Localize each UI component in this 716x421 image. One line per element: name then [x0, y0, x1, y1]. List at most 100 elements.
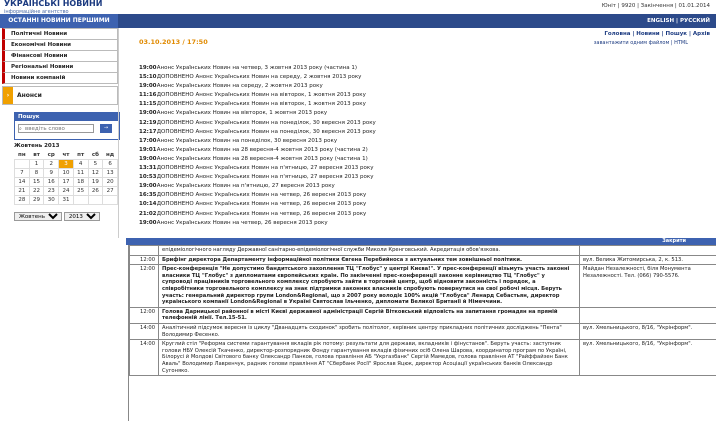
calendar-day[interactable]: 24: [58, 186, 74, 196]
calendar-day[interactable]: 4: [72, 159, 89, 169]
list-item[interactable]: 19:00 Анонс Українських Новин на четвер,…: [139, 64, 569, 73]
list-item[interactable]: 10:53 ДОПОВНЕНО Анонс Українських Новин …: [139, 173, 569, 182]
news-link[interactable]: Анонс Українських Новин на понеділок, 30…: [157, 138, 337, 144]
list-item[interactable]: 19:00 Анонс Українських Новин на п'ятниц…: [139, 182, 569, 191]
calendar-day[interactable]: 9: [43, 168, 60, 178]
calendar-day[interactable]: 3: [58, 159, 74, 169]
calendar-day[interactable]: 19: [87, 177, 104, 187]
news-link[interactable]: ДОПОВНЕНО Анонс Українських Новин на вів…: [157, 92, 366, 98]
list-item[interactable]: 11:15 ДОПОВНЕНО Анонс Українських Новин …: [139, 100, 569, 109]
calendar-day[interactable]: 18: [72, 177, 89, 187]
cell-time: 14:00: [129, 339, 159, 377]
calendar-day[interactable]: 5: [87, 159, 104, 169]
search-input[interactable]: [18, 124, 94, 133]
calendar-day[interactable]: 8: [28, 168, 45, 178]
weekday-label: пн: [18, 152, 26, 158]
news-link[interactable]: Анонс Українських Новин на 28 вересня-4 …: [157, 147, 368, 153]
list-item[interactable]: 13:31 ДОПОВНЕНО Анонс Українських Новин …: [139, 164, 569, 173]
year-select[interactable]: 2013: [63, 212, 100, 221]
month-select[interactable]: Жовтень: [14, 212, 62, 221]
calendar-day[interactable]: 1: [28, 159, 45, 169]
search-button[interactable]: →: [100, 124, 112, 133]
weekday-label: сб: [91, 152, 99, 158]
search-title: Пошук: [15, 113, 119, 121]
calendar-day[interactable]: 30: [43, 195, 60, 205]
list-item[interactable]: 19:01 Анонс Українських Новин на 28 вере…: [139, 146, 569, 155]
sidebar: Політичні Новини Економічні Новини Фінан…: [0, 28, 118, 105]
sidebar-item-announcements[interactable]: › Анонси: [2, 86, 118, 105]
current-date: 03.10.2013 / 17:50: [139, 38, 208, 46]
document-viewer[interactable]: епідеміологічного нагляду Державної сані…: [128, 245, 716, 421]
calendar-day[interactable]: 13: [102, 168, 118, 178]
news-link[interactable]: ДОПОВНЕНО Анонс Українських Новин на чет…: [157, 192, 367, 198]
calendar-day[interactable]: 29: [28, 195, 45, 205]
news-link[interactable]: ДОПОВНЕНО Анонс Українських Новин на вів…: [157, 101, 366, 107]
sidebar-item-finance[interactable]: Фінансові Новини: [2, 51, 118, 62]
calendar-day[interactable]: 22: [28, 186, 45, 196]
list-item[interactable]: 19:00 Анонс Українських Новин на середу,…: [139, 82, 569, 91]
calendar-day[interactable]: 26: [87, 186, 104, 196]
news-link[interactable]: ДОПОВНЕНО Анонс Українських Новин на пон…: [157, 129, 376, 135]
list-item[interactable]: 12:19 ДОПОВНЕНО Анонс Українських Новин …: [139, 119, 569, 128]
calendar-day[interactable]: 17: [58, 177, 74, 187]
calendar-day[interactable]: 6: [102, 159, 118, 169]
calendar-day[interactable]: 12: [87, 168, 104, 178]
cell-time: 12:00: [129, 264, 159, 308]
list-item[interactable]: 17:00 Анонс Українських Новин на понеділ…: [139, 137, 569, 146]
news-link[interactable]: Анонс Українських Новин на середу, 2 жов…: [157, 83, 323, 89]
calendar-day[interactable]: 7: [14, 168, 30, 178]
news-link[interactable]: ДОПОВНЕНО Анонс Українських Новин на сер…: [157, 74, 362, 80]
news-link[interactable]: Анонс Українських Новин на четвер, 26 ве…: [157, 220, 328, 226]
news-link[interactable]: ДОПОВНЕНО Анонс Українських Новин на чет…: [157, 201, 367, 207]
calendar-week: 123456: [14, 159, 118, 169]
cell-time: 14:00: [129, 322, 159, 341]
calendar-day[interactable]: 10: [58, 168, 74, 178]
news-link[interactable]: ДОПОВНЕНО Анонс Українських Новин на п'я…: [157, 165, 374, 171]
calendar-day[interactable]: 21: [14, 186, 30, 196]
list-item[interactable]: 19:00 Анонс Українських Новин на вівторо…: [139, 109, 569, 118]
cell-time: [129, 245, 159, 256]
news-link[interactable]: Анонс Українських Новин на вівторок, 1 ж…: [157, 110, 327, 116]
download-links[interactable]: завантажити одним файлом | HTML: [594, 40, 688, 46]
close-button[interactable]: Закрити: [662, 238, 686, 245]
list-item[interactable]: 11:16 ДОПОВНЕНО Анонс Українських Новин …: [139, 91, 569, 100]
list-item[interactable]: 12:17 ДОПОВНЕНО Анонс Українських Новин …: [139, 128, 569, 137]
list-item[interactable]: 21:02 ДОПОВНЕНО Анонс Українських Новин …: [139, 210, 569, 219]
search-icon: ⌕: [19, 126, 22, 132]
news-link[interactable]: ДОПОВНЕНО Анонс Українських Новин на чет…: [157, 211, 367, 217]
calendar-day[interactable]: 15: [28, 177, 45, 187]
news-time: 19:00: [139, 183, 157, 190]
tab-latest-news[interactable]: ОСТАННІ НОВИНИ ПЕРШИМИ: [0, 14, 118, 28]
calendar-day[interactable]: 27: [102, 186, 118, 196]
news-link[interactable]: Анонс Українських Новин на п'ятницю, 27 …: [157, 183, 335, 189]
list-item[interactable]: 16:35 ДОПОВНЕНО Анонс Українських Новин …: [139, 191, 569, 200]
news-link[interactable]: ДОПОВНЕНО Анонс Українських Новин на пон…: [157, 120, 376, 126]
sidebar-item-economy[interactable]: Економічні Новини: [2, 40, 118, 51]
calendar-day[interactable]: 31: [58, 195, 74, 205]
calendar-day[interactable]: 20: [102, 177, 118, 187]
sidebar-item-regional[interactable]: Регіональні Новини: [2, 62, 118, 73]
calendar-week: 21 22 23 24 25 26 27: [14, 186, 118, 196]
news-link[interactable]: ДОПОВНЕНО Анонс Українських Новин на п'я…: [157, 174, 374, 180]
list-item[interactable]: 15:10 ДОПОВНЕНО Анонс Українських Новин …: [139, 73, 569, 82]
list-item[interactable]: 19:00 Анонс Українських Новин на 28 вере…: [139, 155, 569, 164]
calendar-day[interactable]: 11: [72, 168, 89, 178]
calendar-day[interactable]: 16: [43, 177, 60, 187]
cell-text: Голова Дарницької районної в місті Києві…: [158, 306, 580, 324]
main-nav[interactable]: Головна | Новини | Пошук | Архів: [604, 31, 710, 37]
language-switch[interactable]: ENGLISH | РУССКИЙ: [647, 14, 710, 28]
calendar-day[interactable]: 14: [14, 177, 30, 187]
document-toolbar: Закрити: [126, 238, 716, 245]
list-item[interactable]: 19:00 Анонс Українських Новин на четвер,…: [139, 219, 569, 228]
news-link[interactable]: Анонс Українських Новин на 28 вересня-4 …: [157, 156, 368, 162]
news-time: 13:31: [139, 165, 157, 172]
calendar-day[interactable]: 2: [43, 159, 60, 169]
sidebar-item-companies[interactable]: Новини компаній: [2, 73, 118, 84]
list-item[interactable]: 10:14 ДОПОВНЕНО Анонс Українських Новин …: [139, 200, 569, 209]
news-link[interactable]: Анонс Українських Новин на четвер, 3 жов…: [157, 65, 357, 71]
sidebar-item-politics[interactable]: Політичні Новини: [2, 28, 118, 40]
calendar-day[interactable]: 28: [14, 195, 30, 205]
calendar-day[interactable]: 25: [72, 186, 89, 196]
news-time: 10:14: [139, 201, 157, 208]
calendar-day[interactable]: 23: [43, 186, 60, 196]
